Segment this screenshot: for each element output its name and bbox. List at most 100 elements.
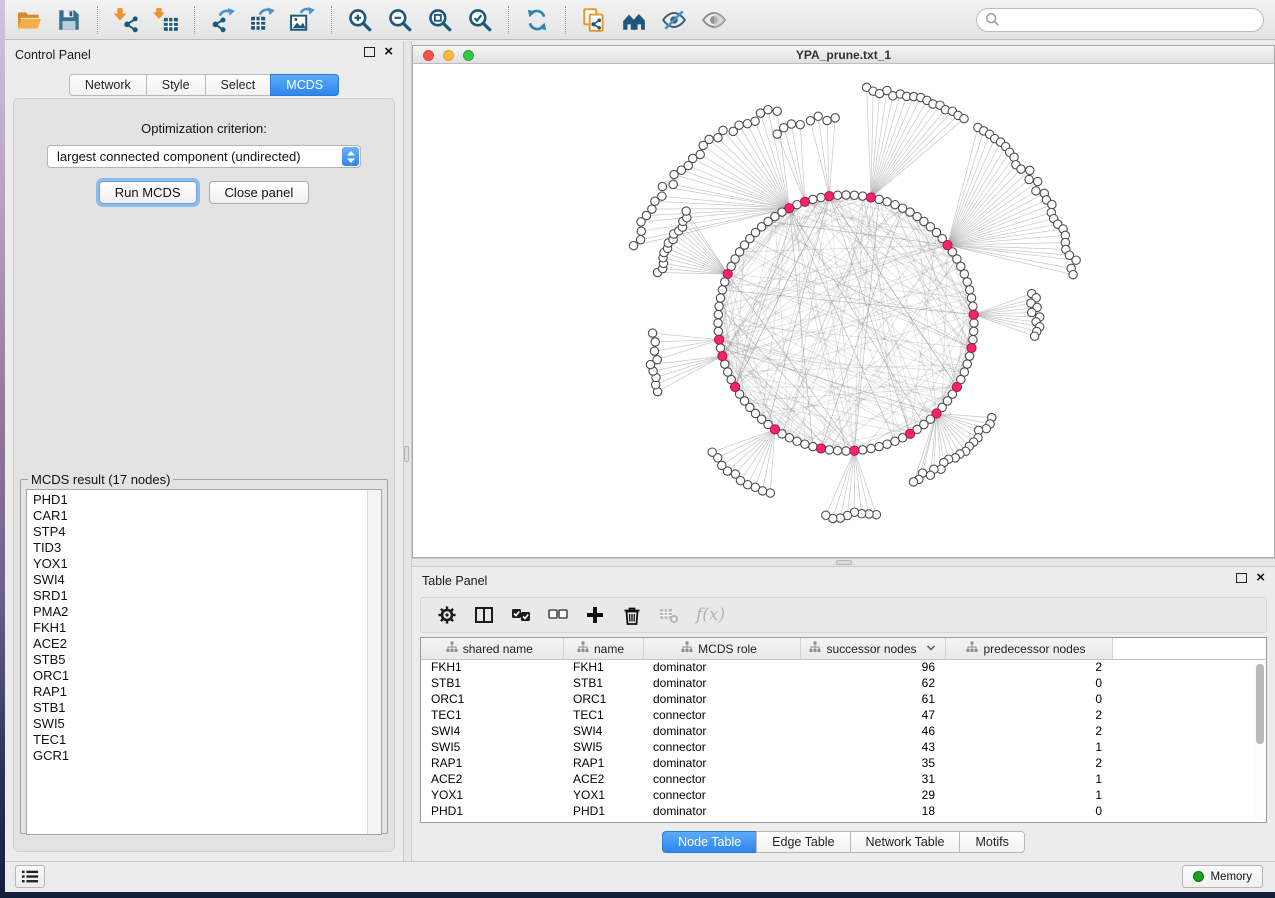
graph-node[interactable]	[696, 150, 704, 158]
tab-motifs[interactable]: Motifs	[959, 831, 1024, 853]
graph-node[interactable]	[636, 236, 644, 244]
mcds-result-item[interactable]: SWI4	[27, 572, 381, 588]
dominator-node[interactable]	[715, 335, 724, 344]
graph-node[interactable]	[651, 338, 659, 346]
mcds-result-item[interactable]: GCR1	[27, 748, 381, 764]
graph-node[interactable]	[719, 126, 727, 134]
graph-node[interactable]	[658, 192, 666, 200]
graph-node[interactable]	[714, 310, 722, 318]
graph-node[interactable]	[714, 327, 722, 335]
mcds-result-list[interactable]: PHD1CAR1STP4TID3YOX1SWI4SRD1PMA2FKH1ACE2…	[26, 489, 382, 835]
graph-node[interactable]	[787, 120, 795, 128]
table-scrollbar[interactable]	[1254, 660, 1265, 821]
graph-node[interactable]	[1028, 308, 1036, 316]
graph-node[interactable]	[773, 107, 781, 115]
close-panel-button[interactable]: Close panel	[209, 181, 310, 204]
graph-node[interactable]	[796, 121, 804, 129]
close-panel-icon[interactable]: ×	[1256, 573, 1265, 583]
graph-node[interactable]	[648, 205, 656, 213]
column-header-shared-name[interactable]: shared name	[421, 638, 563, 659]
mcds-result-item[interactable]: TEC1	[27, 732, 381, 748]
float-panel-icon[interactable]	[364, 47, 375, 57]
table-row[interactable]: TEC1TEC1connector472	[421, 707, 1266, 723]
graph-node[interactable]	[1030, 332, 1038, 340]
graph-node[interactable]	[883, 440, 891, 448]
graph-node[interactable]	[650, 347, 658, 355]
graph-node[interactable]	[982, 425, 990, 433]
dominator-node[interactable]	[770, 425, 779, 434]
tab-mcds[interactable]: MCDS	[270, 74, 339, 96]
mcds-result-item[interactable]: RAP1	[27, 684, 381, 700]
graph-node[interactable]	[926, 471, 934, 479]
zoom-out-icon[interactable]	[383, 6, 417, 34]
graph-node[interactable]	[867, 444, 875, 452]
minimize-window-icon[interactable]	[443, 50, 454, 61]
graph-node[interactable]	[842, 447, 850, 455]
show-details-icon[interactable]	[697, 6, 731, 34]
graph-node[interactable]	[809, 442, 817, 450]
hide-details-icon[interactable]	[657, 6, 691, 34]
dominator-node[interactable]	[816, 444, 825, 453]
graph-node[interactable]	[716, 344, 724, 352]
panel-splitter[interactable]	[403, 41, 412, 862]
float-panel-icon[interactable]	[1236, 573, 1247, 583]
graph-node[interactable]	[718, 286, 726, 294]
table-row[interactable]: RAP1RAP1dominator352	[421, 755, 1266, 771]
graph-node[interactable]	[751, 483, 759, 491]
graph-node[interactable]	[718, 461, 726, 469]
graph-node[interactable]	[960, 270, 968, 278]
maximize-window-icon[interactable]	[463, 50, 474, 61]
graph-node[interactable]	[1017, 165, 1025, 173]
splitter-handle-icon[interactable]	[836, 560, 852, 565]
table-row[interactable]: FKH1FKH1dominator962	[421, 659, 1266, 675]
graph-node[interactable]	[817, 193, 825, 201]
save-icon[interactable]	[52, 6, 86, 34]
search-box[interactable]	[976, 8, 1264, 32]
mcds-result-item[interactable]: STB5	[27, 652, 381, 668]
graph-node[interactable]	[850, 191, 858, 199]
criterion-select[interactable]: largest connected component (undirected)	[47, 145, 361, 168]
table-row[interactable]: STB1STB1dominator620	[421, 675, 1266, 691]
column-header-successor-nodes[interactable]: successor nodes	[800, 638, 945, 659]
graph-node[interactable]	[1048, 200, 1056, 208]
dominator-node[interactable]	[952, 382, 961, 391]
dominator-node[interactable]	[967, 343, 976, 352]
graph-node[interactable]	[735, 121, 743, 129]
graph-node[interactable]	[637, 227, 645, 235]
graph-node[interactable]	[669, 180, 677, 188]
graph-node[interactable]	[801, 440, 809, 448]
table-splitter[interactable]	[412, 558, 1275, 567]
graph-node[interactable]	[814, 112, 822, 120]
dominator-node[interactable]	[800, 197, 809, 206]
settings-gear-icon[interactable]	[437, 605, 457, 625]
table-row[interactable]: SWI5SWI5connector431	[421, 739, 1266, 755]
graph-node[interactable]	[859, 446, 867, 454]
dominator-node[interactable]	[969, 310, 978, 319]
export-image-icon[interactable]	[286, 6, 320, 34]
graph-node[interactable]	[1026, 166, 1034, 174]
graph-node[interactable]	[714, 319, 722, 327]
mcds-result-item[interactable]: SWI5	[27, 716, 381, 732]
first-neighbors-icon[interactable]	[617, 6, 651, 34]
mcds-result-item[interactable]: PHD1	[27, 492, 381, 508]
dominator-node[interactable]	[905, 429, 914, 438]
zoom-selected-icon[interactable]	[463, 6, 497, 34]
table-row[interactable]: PHD1PHD1dominator180	[421, 803, 1266, 819]
clone-network-icon[interactable]	[577, 6, 611, 34]
select-all-icon[interactable]	[511, 605, 531, 625]
mcds-result-item[interactable]: FKH1	[27, 620, 381, 636]
dominator-node[interactable]	[850, 446, 859, 455]
close-panel-icon[interactable]: ×	[384, 47, 393, 57]
table-row[interactable]: ACE2ACE2connector311	[421, 771, 1266, 787]
graph-node[interactable]	[823, 116, 831, 124]
column-header-mcds-role[interactable]: MCDS role	[643, 638, 800, 659]
graph-node[interactable]	[963, 278, 971, 286]
graph-node[interactable]	[1034, 177, 1042, 185]
graph-node[interactable]	[875, 442, 883, 450]
graph-node[interactable]	[831, 114, 839, 122]
graph-node[interactable]	[970, 327, 978, 335]
memory-button[interactable]: Memory	[1182, 865, 1263, 888]
graph-node[interactable]	[965, 352, 973, 360]
graph-node[interactable]	[859, 192, 867, 200]
open-icon[interactable]	[12, 6, 46, 34]
